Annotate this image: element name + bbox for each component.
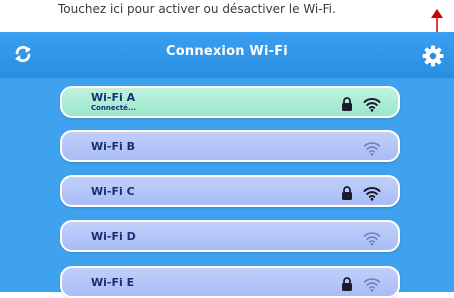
lock-icon — [342, 186, 352, 200]
lock-icon — [342, 97, 352, 111]
network-item-wifi-c[interactable]: Wi-Fi C — [60, 175, 400, 207]
wifi-icon — [363, 98, 381, 112]
network-item-wifi-b[interactable]: Wi-Fi B — [60, 130, 400, 162]
network-name: Wi-Fi E — [91, 276, 135, 289]
network-name: Wi-Fi B — [91, 140, 135, 153]
network-name: Wi-Fi C — [91, 185, 135, 198]
wifi-icon — [363, 278, 381, 292]
instruction-caption: Touchez ici pour activer ou désactiver l… — [58, 2, 336, 16]
header-bar: Connexion Wi-Fi — [0, 32, 454, 78]
wifi-screen: Connexion Wi-Fi Wi-Fi A Connecté... Wi-F… — [0, 32, 454, 298]
network-item-wifi-e[interactable]: Wi-Fi E — [60, 266, 400, 298]
wifi-icon — [363, 142, 381, 156]
wifi-icon — [363, 232, 381, 246]
network-item-wifi-d[interactable]: Wi-Fi D — [60, 220, 400, 252]
gear-icon[interactable] — [421, 44, 445, 68]
network-status: Connecté... — [91, 104, 136, 112]
lock-icon — [342, 277, 352, 291]
page-title: Connexion Wi-Fi — [166, 44, 288, 59]
network-name: Wi-Fi A — [91, 91, 136, 104]
network-name: Wi-Fi D — [91, 230, 136, 243]
network-item-wifi-a[interactable]: Wi-Fi A Connecté... — [60, 86, 400, 118]
wifi-icon — [363, 187, 381, 201]
